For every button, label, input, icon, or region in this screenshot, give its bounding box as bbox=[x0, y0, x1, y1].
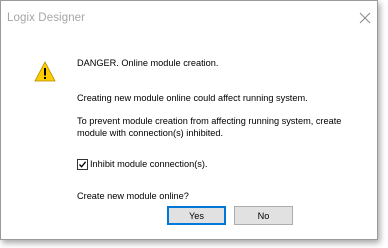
inhibit-connection-option[interactable]: Inhibit module connection(s). bbox=[77, 157, 207, 171]
window-title: Logix Designer bbox=[7, 12, 86, 24]
warning-icon bbox=[34, 61, 56, 82]
instruction-text-line1: To prevent module creation from affectin… bbox=[77, 116, 342, 126]
dialog-content: DANGER. Online module creation. Creating… bbox=[1, 35, 377, 201]
inhibit-connection-checkbox[interactable] bbox=[77, 158, 88, 170]
yes-button[interactable]: Yes bbox=[167, 206, 226, 225]
button-bar: Yes No bbox=[1, 199, 377, 239]
inhibit-connection-label[interactable]: Inhibit module connection(s). bbox=[90, 159, 207, 169]
close-icon bbox=[359, 12, 371, 24]
message-dialog: Logix Designer DANGER. Online module cre… bbox=[0, 0, 378, 240]
no-button[interactable]: No bbox=[234, 206, 293, 225]
checkmark-icon bbox=[79, 160, 87, 168]
screen: Logix Designer DANGER. Online module cre… bbox=[0, 0, 388, 248]
close-button[interactable] bbox=[357, 10, 373, 26]
warning-text: Creating new module online could affect … bbox=[77, 93, 308, 103]
instruction-text-line2: module with connection(s) inhibited. bbox=[77, 128, 224, 138]
headline-text: DANGER. Online module creation. bbox=[77, 58, 219, 68]
title-bar: Logix Designer bbox=[1, 1, 377, 35]
